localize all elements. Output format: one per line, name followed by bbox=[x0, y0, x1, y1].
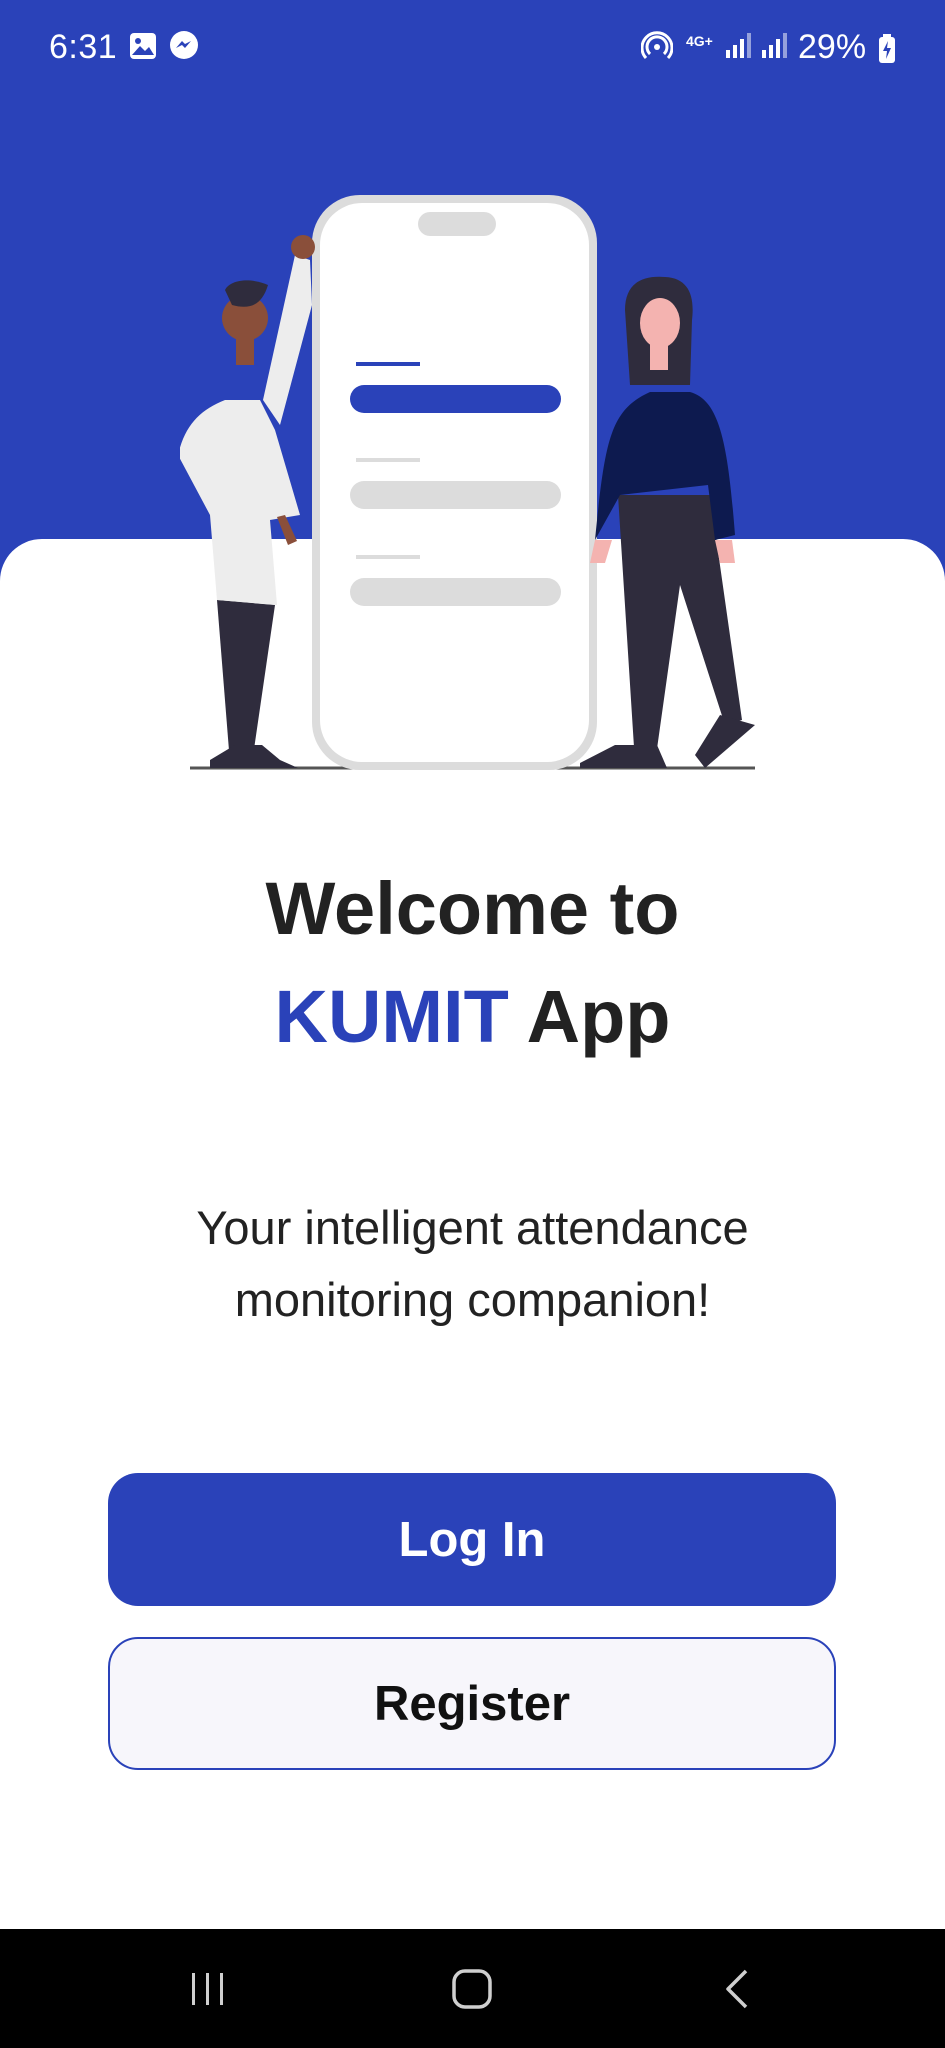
app-word: App bbox=[526, 975, 671, 1058]
gallery-icon bbox=[129, 30, 157, 69]
tagline: Your intelligent attendance monitoring c… bbox=[0, 1192, 945, 1336]
back-icon[interactable] bbox=[677, 1929, 797, 2048]
brand-name: KUMIT bbox=[274, 975, 509, 1058]
messenger-icon bbox=[169, 30, 199, 69]
tagline-line1: Your intelligent attendance bbox=[196, 1201, 749, 1254]
network-type-label: 4G+ bbox=[686, 33, 713, 49]
login-button[interactable]: Log In bbox=[108, 1473, 836, 1606]
signal-icon-2 bbox=[760, 30, 788, 69]
hotspot-icon bbox=[640, 30, 674, 71]
welcome-title-line2: KUMIT App bbox=[0, 980, 945, 1054]
home-icon[interactable] bbox=[412, 1929, 532, 2048]
battery-percent: 29% bbox=[798, 28, 867, 66]
status-time: 6:31 bbox=[49, 28, 118, 66]
signal-icon bbox=[724, 30, 752, 69]
welcome-title-line1: Welcome to bbox=[265, 867, 680, 950]
battery-charging-icon bbox=[878, 34, 896, 73]
tagline-line2: monitoring companion! bbox=[234, 1273, 711, 1326]
two-people-with-phone-illustration bbox=[178, 185, 770, 775]
register-button[interactable]: Register bbox=[108, 1637, 836, 1770]
recent-apps-icon[interactable] bbox=[148, 1929, 268, 2048]
status-bar: 6:31 4G+ 29% bbox=[0, 0, 945, 98]
navigation-bar bbox=[0, 1929, 945, 2048]
